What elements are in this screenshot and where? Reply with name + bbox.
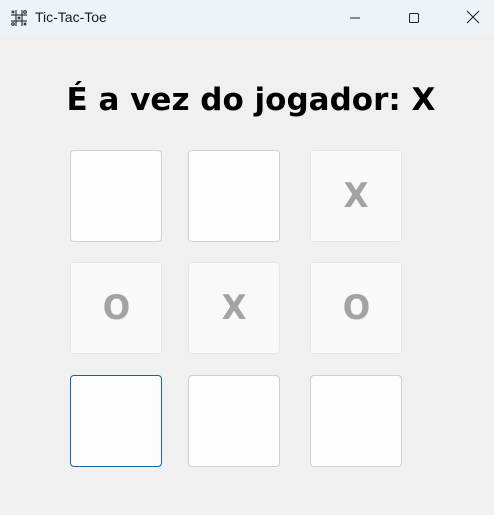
- title-bar[interactable]: Tic-Tac-Toe: [0, 0, 494, 36]
- window-title: Tic-Tac-Toe: [35, 9, 107, 25]
- close-button[interactable]: [450, 0, 494, 36]
- board-cell-r0c0[interactable]: [70, 150, 162, 242]
- board-cell-r2c1[interactable]: [188, 375, 280, 467]
- tic-tac-toe-grid-icon: [10, 9, 28, 27]
- board-cell-r2c2[interactable]: [310, 375, 402, 467]
- close-icon: [466, 9, 480, 28]
- cell-mark: O: [102, 288, 130, 328]
- board-cell-r1c1[interactable]: X: [188, 262, 280, 354]
- turn-indicator: É a vez do jogador: X: [66, 82, 436, 118]
- cell-mark: O: [342, 288, 370, 328]
- board-cell-r0c2[interactable]: X: [310, 150, 402, 242]
- board-cell-r1c0[interactable]: O: [70, 262, 162, 354]
- cell-mark: X: [343, 176, 369, 216]
- board-cell-r1c2[interactable]: O: [310, 262, 402, 354]
- minimize-button[interactable]: [332, 0, 378, 36]
- board-cell-r0c1[interactable]: [188, 150, 280, 242]
- minimize-icon: [349, 9, 361, 28]
- maximize-icon: [408, 9, 420, 28]
- board-cell-r2c0[interactable]: [70, 375, 162, 467]
- cell-mark: X: [221, 288, 247, 328]
- app-window: Tic-Tac-Toe É a vez do jogador: X X O X …: [0, 0, 494, 515]
- maximize-button[interactable]: [391, 0, 437, 36]
